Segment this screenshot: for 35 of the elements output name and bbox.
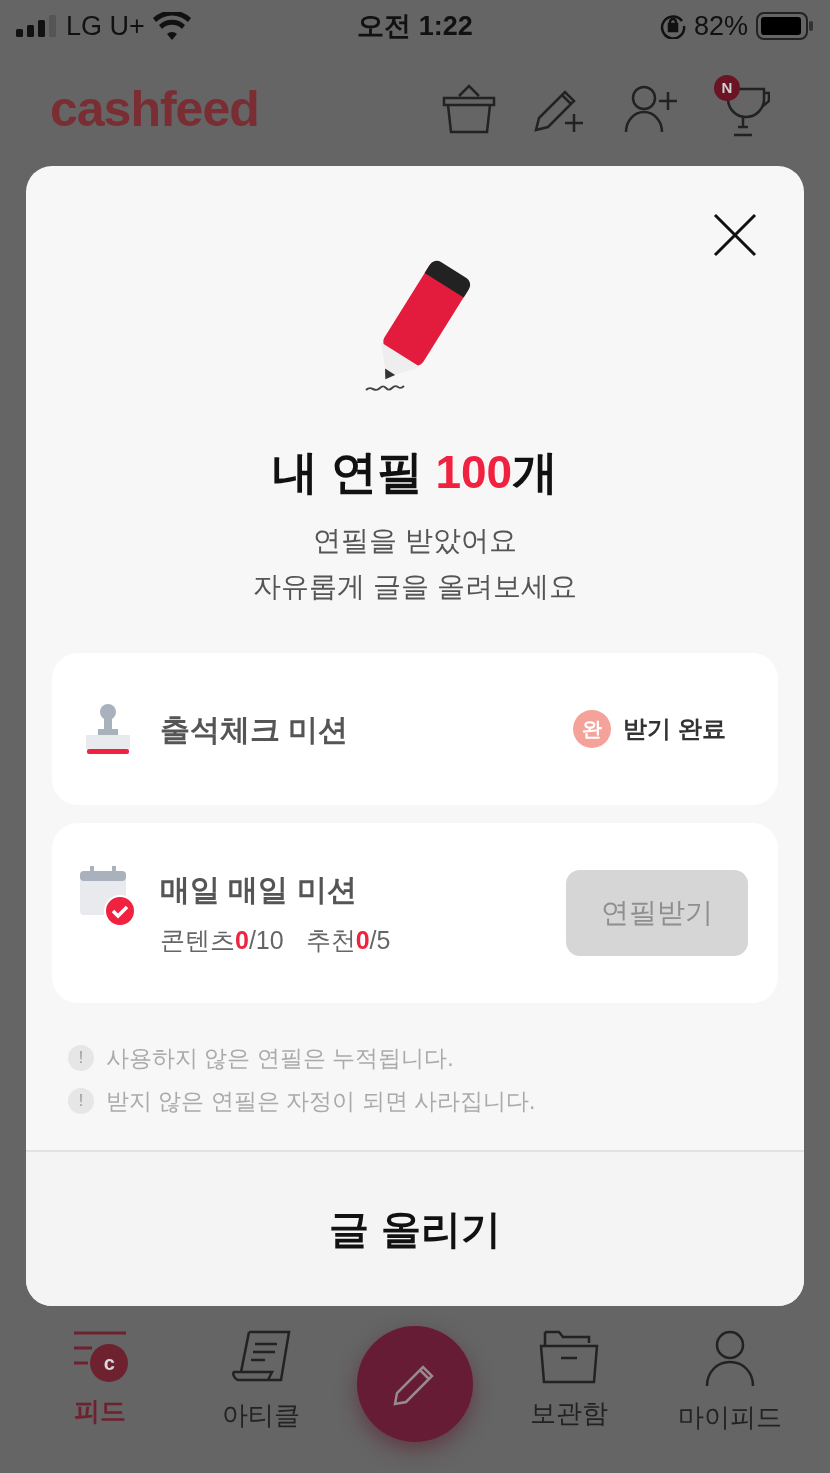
post-button[interactable]: 글 올리기 bbox=[26, 1152, 804, 1306]
nav-tab[interactable]: 아티클 bbox=[196, 1330, 327, 1435]
mission-title: 매일 매일 미션 bbox=[160, 871, 358, 908]
progress-text: 콘텐츠0/10 bbox=[160, 924, 284, 956]
subtitle-text: 연필을 받았어요 bbox=[313, 524, 517, 558]
folder-icon bbox=[538, 1330, 599, 1384]
subtitle-text: 자유롭게 글을 올려보세요 bbox=[253, 570, 577, 604]
close-button[interactable] bbox=[712, 212, 758, 258]
mission-title: 출석체크 미션 bbox=[160, 711, 350, 748]
nav-tab[interactable]: 마이피드 bbox=[664, 1330, 795, 1437]
progress-text: 추천0/5 bbox=[305, 924, 391, 956]
person-icon bbox=[704, 1330, 755, 1388]
signal-icon bbox=[16, 15, 58, 37]
nav-tab[interactable]: c 피드 bbox=[35, 1330, 166, 1431]
notification-badge: N bbox=[714, 75, 740, 101]
wifi-icon bbox=[152, 12, 191, 40]
complete-badge: 완 bbox=[573, 710, 612, 748]
pencil-count-title: 내 연필 100개 bbox=[271, 445, 559, 500]
info-icon: ! bbox=[68, 1087, 94, 1114]
battery-icon bbox=[756, 12, 814, 40]
add-person-icon[interactable] bbox=[624, 84, 678, 134]
basket-icon[interactable] bbox=[442, 84, 496, 134]
close-icon bbox=[713, 213, 757, 257]
clock-time: 오전 1:22 bbox=[357, 9, 473, 43]
feed-badge-letter: c bbox=[102, 1351, 116, 1376]
stamp-icon bbox=[84, 703, 132, 755]
nav-tab[interactable]: 보관함 bbox=[503, 1330, 634, 1433]
status-text: 받기 완료 bbox=[623, 714, 726, 744]
app-logo: cashfeed bbox=[50, 79, 259, 139]
note-text: 사용하지 않은 연필은 누적됩니다. bbox=[106, 1044, 454, 1073]
note-text: 받지 않은 연필은 자정이 되면 사라집니다. bbox=[106, 1086, 536, 1116]
carrier-name: LG U+ bbox=[66, 9, 145, 43]
rotation-lock-icon bbox=[659, 13, 686, 39]
info-icon: ! bbox=[68, 1045, 94, 1072]
battery-percent: 82% bbox=[693, 9, 748, 43]
